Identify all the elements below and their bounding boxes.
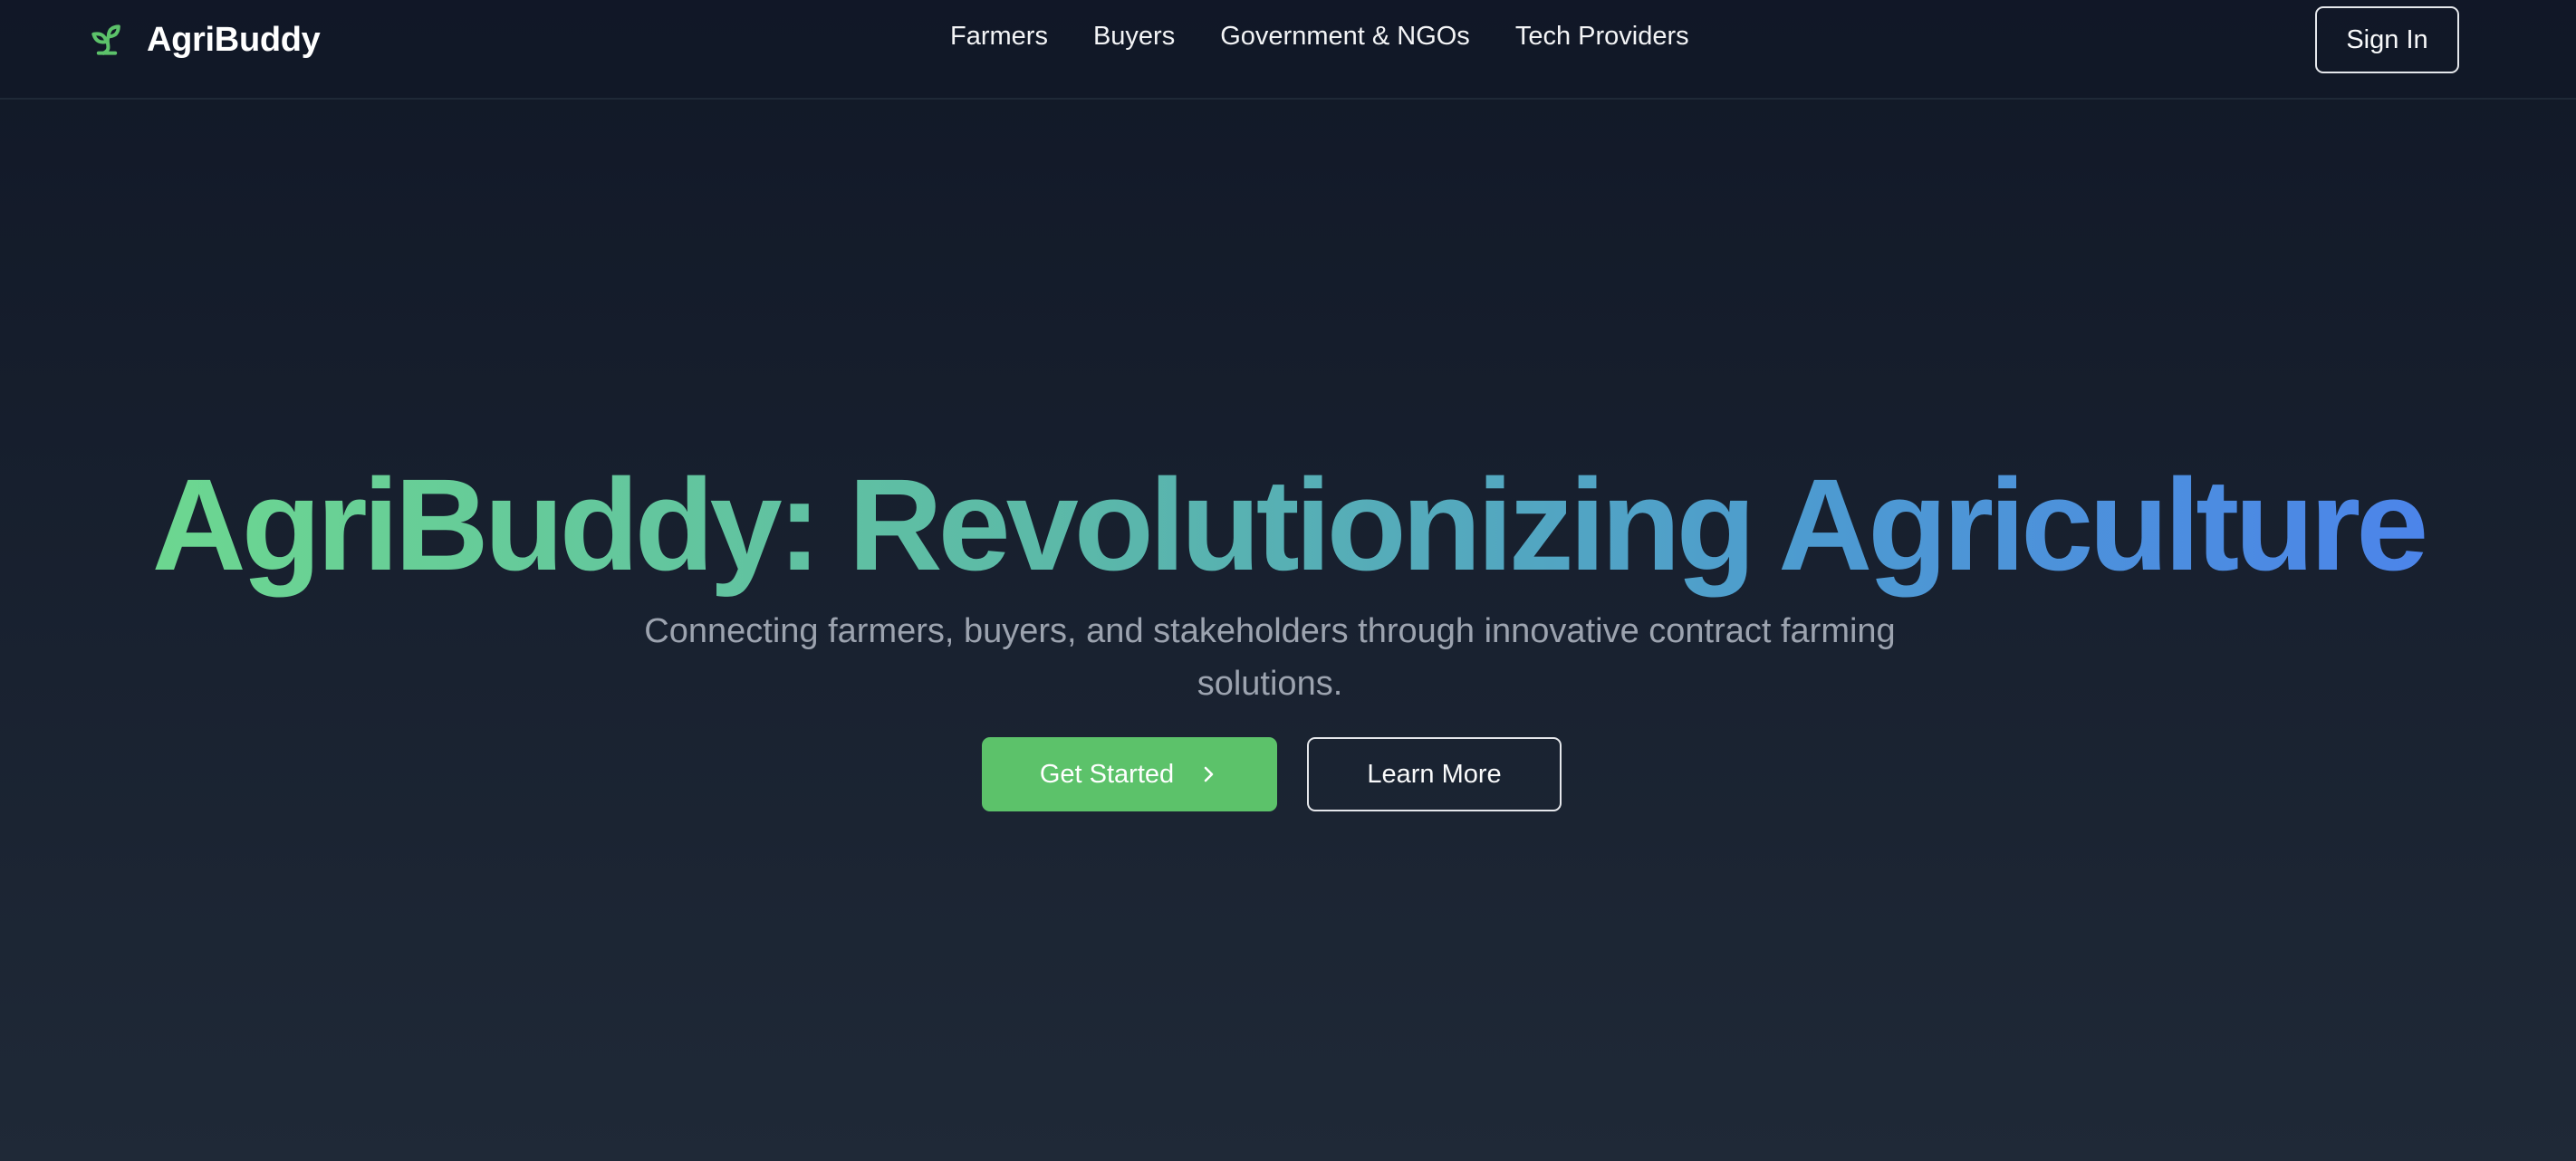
hero-title: AgriBuddy: Revolutionizing Agriculture bbox=[0, 453, 2576, 598]
hero-subtitle: Connecting farmers, buyers, and stakehol… bbox=[644, 612, 1896, 703]
nav-link-government-ngos[interactable]: Government & NGOs bbox=[1220, 22, 1470, 52]
get-started-button[interactable]: Get Started bbox=[982, 737, 1277, 811]
get-started-label: Get Started bbox=[1039, 759, 1175, 789]
brand-logo-link[interactable]: AgriBuddy bbox=[87, 18, 321, 62]
hero-cta-group: Get Started Learn More bbox=[982, 737, 1562, 811]
chevron-right-icon bbox=[1197, 763, 1219, 785]
main-nav: Farmers Buyers Government & NGOs Tech Pr… bbox=[950, 22, 1689, 52]
nav-link-tech-providers[interactable]: Tech Providers bbox=[1515, 22, 1689, 52]
nav-link-farmers[interactable]: Farmers bbox=[950, 22, 1048, 52]
top-navbar: AgriBuddy Farmers Buyers Government & NG… bbox=[0, 0, 2576, 100]
sprout-icon bbox=[87, 20, 127, 60]
learn-more-button[interactable]: Learn More bbox=[1307, 737, 1562, 811]
nav-link-buyers[interactable]: Buyers bbox=[1093, 22, 1175, 52]
sign-in-button[interactable]: Sign In bbox=[2315, 6, 2459, 73]
brand-name: AgriBuddy bbox=[147, 20, 321, 59]
